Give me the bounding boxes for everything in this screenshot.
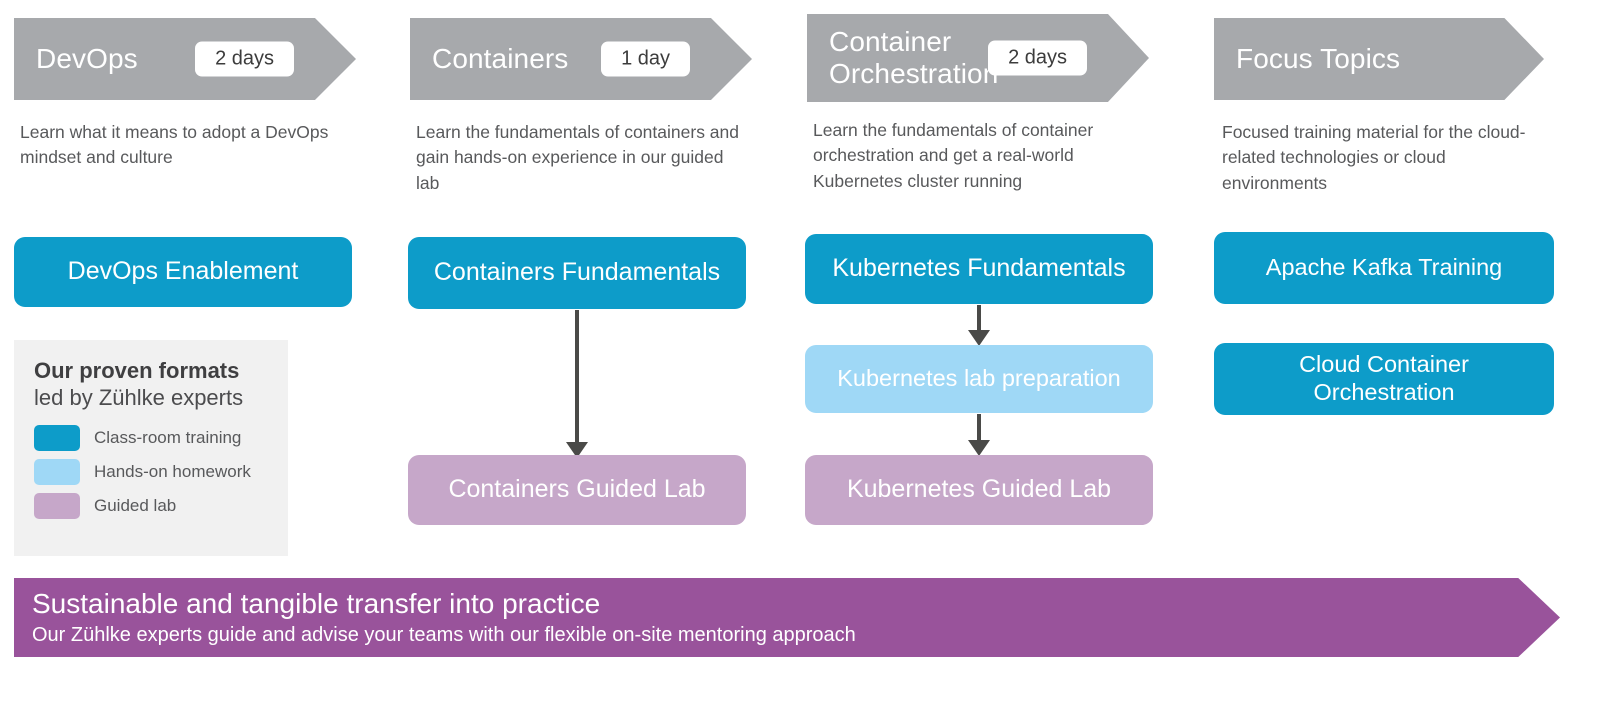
legend-item-guided-lab: Guided lab — [34, 492, 268, 519]
course-box-devops-enablement[interactable]: DevOps Enablement — [14, 237, 352, 307]
course-box-cloud-container-orchestration[interactable]: Cloud Container Orchestration — [1214, 343, 1554, 415]
column-description: Learn what it means to adopt a DevOps mi… — [20, 122, 329, 168]
column-container-orchestration: Container Orchestration 2 days Learn the… — [793, 0, 1189, 560]
duration-badge: 2 days — [988, 40, 1087, 76]
column-header-focus-topics[interactable]: Focus Topics — [1214, 18, 1544, 100]
duration-badge: 2 days — [195, 41, 294, 77]
legend-item-class-room-training: Class-room training — [34, 424, 268, 451]
duration-badge: 1 day — [601, 41, 690, 77]
arrow-lab-preparation-to-kubernetes-guided-lab — [968, 414, 990, 456]
legend-subtitle: led by Zühlke experts — [34, 385, 244, 411]
column-header-devops[interactable]: DevOps 2 days — [14, 18, 356, 100]
legend-label: Hands-on homework — [94, 461, 251, 481]
course-box-kubernetes-fundamentals[interactable]: Kubernetes Fundamentals — [805, 234, 1153, 304]
column-description: Learn the fundamentals of container orch… — [813, 120, 1094, 191]
bottom-banner: Sustainable and tangible transfer into p… — [14, 578, 1560, 657]
column-header-title: Focus Topics — [1236, 42, 1401, 74]
legend-item-hands-on-homework: Hands-on homework — [34, 458, 268, 485]
column-header-container-orchestration[interactable]: Container Orchestration 2 days — [807, 14, 1149, 102]
course-box-apache-kafka-training[interactable]: Apache Kafka Training — [1214, 232, 1554, 304]
arrow-containers-fundamentals-to-guided-lab — [566, 310, 588, 458]
legend-label: Class-room training — [94, 427, 242, 447]
arrow-kubernetes-fundamentals-to-lab-preparation — [968, 305, 990, 346]
course-box-kubernetes-lab-preparation[interactable]: Kubernetes lab preparation — [805, 345, 1153, 413]
legend-swatch-class-room-training — [34, 424, 80, 451]
column-header-title: Containers — [432, 42, 569, 74]
banner-title: Sustainable and tangible transfer into p… — [32, 588, 601, 619]
legend-label: Guided lab — [94, 495, 177, 515]
course-box-containers-guided-lab[interactable]: Containers Guided Lab — [408, 455, 746, 525]
column-containers: Containers 1 day Learn the fundamentals … — [396, 0, 792, 560]
banner-subtitle: Our Zühlke experts guide and advise your… — [32, 623, 856, 646]
legend-title: Our proven formats — [34, 358, 240, 383]
column-focus-topics: Focus Topics Focused training material f… — [1190, 0, 1586, 560]
course-box-containers-fundamentals[interactable]: Containers Fundamentals — [408, 237, 746, 309]
course-box-kubernetes-guided-lab[interactable]: Kubernetes Guided Lab — [805, 455, 1153, 525]
column-header-containers[interactable]: Containers 1 day — [410, 18, 752, 100]
legend-swatch-guided-lab — [34, 492, 80, 519]
legend-swatch-hands-on-homework — [34, 458, 80, 485]
column-description: Learn the fundamentals of containers and… — [416, 122, 739, 193]
legend-panel: Our proven formats led by Zühlke experts… — [14, 340, 288, 556]
column-description: Focused training material for the cloud-… — [1222, 122, 1526, 193]
column-header-title: DevOps — [36, 42, 138, 74]
